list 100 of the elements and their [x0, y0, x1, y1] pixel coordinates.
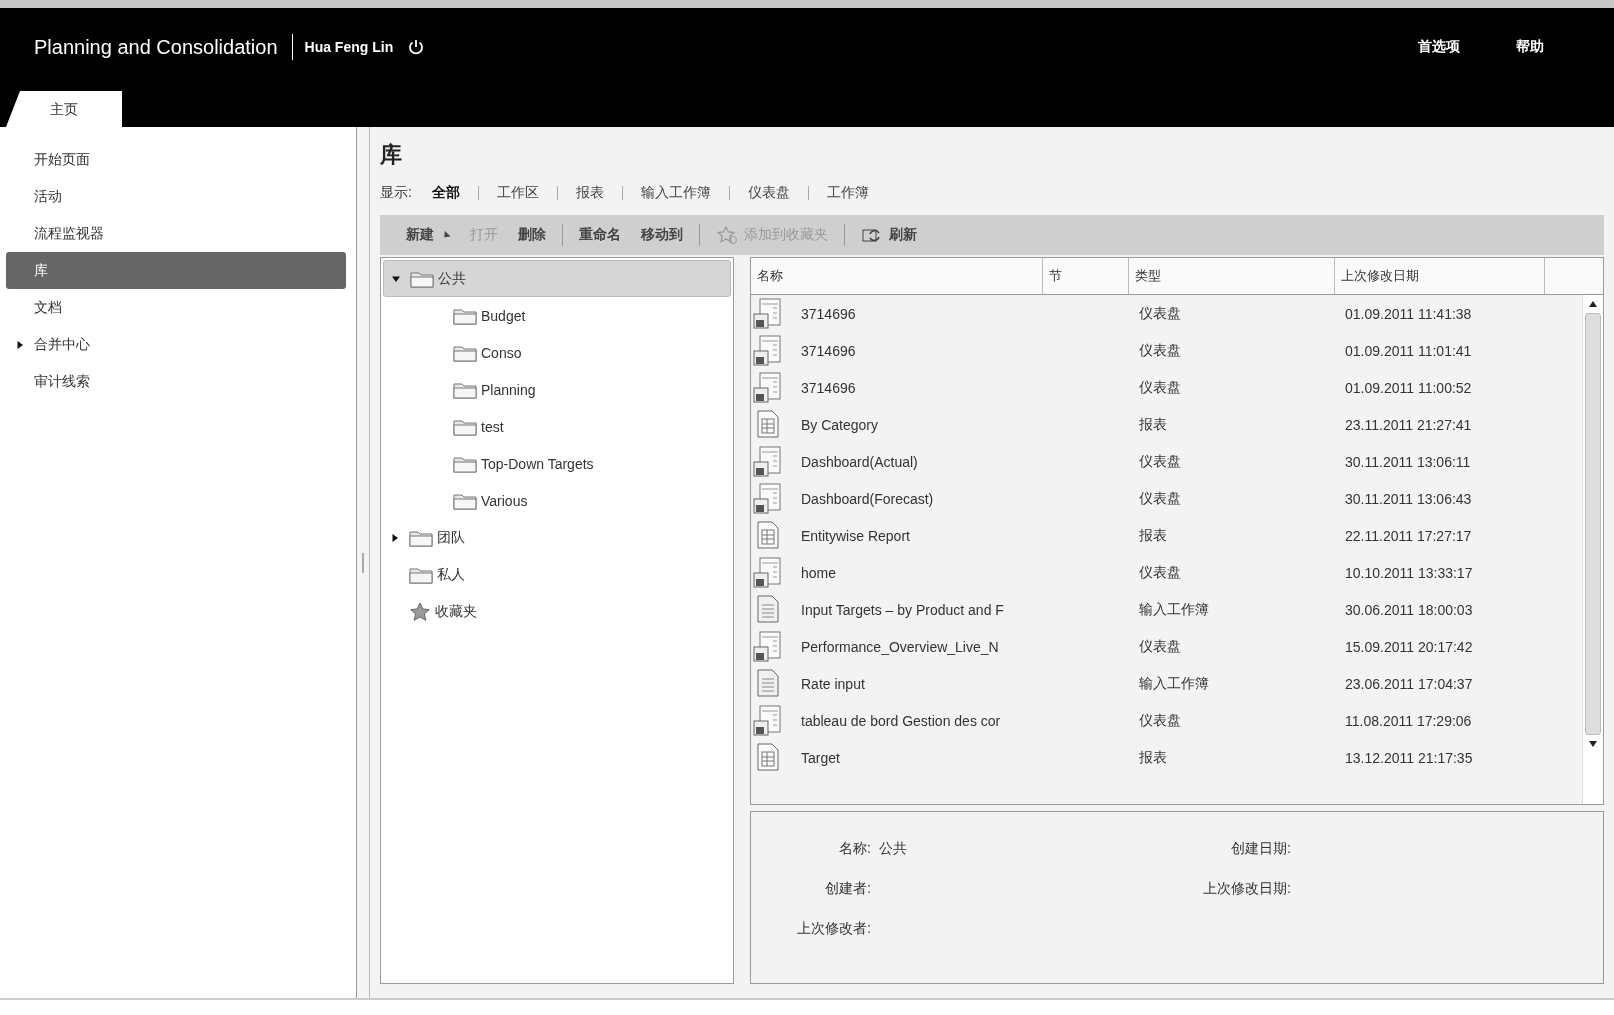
toolbar-button[interactable]: 刷新 — [853, 221, 925, 249]
filter-link[interactable]: 仪表盘 — [747, 184, 790, 202]
sidebar-item-label: 合并中心 — [34, 335, 90, 354]
field-label: 创建者: — [824, 880, 871, 898]
sidebar-item[interactable]: 开始页面 — [6, 141, 346, 178]
tree-node[interactable]: Budget — [383, 297, 731, 334]
field-label: 创建日期: — [1230, 840, 1291, 858]
table-cell-text: 仪表盘 — [1138, 451, 1182, 471]
table-cell: By Category — [801, 416, 879, 433]
star-icon — [716, 225, 738, 245]
filter-link[interactable]: 工作区 — [496, 184, 539, 202]
table-cell-text: 15.09.2011 20:17:42 — [1344, 637, 1474, 657]
table-cell: 3714696 — [801, 342, 856, 359]
filter-label: 显示: — [380, 184, 412, 202]
tree-node[interactable]: Various — [383, 482, 731, 519]
table-cell-text: 01.09.2011 11:00:52 — [1344, 378, 1473, 398]
table-cell: home — [801, 564, 837, 581]
table-cell-text: 30.11.2011 13:06:11 — [1344, 452, 1472, 472]
tree-node[interactable]: Conso — [383, 334, 731, 371]
dashboard-icon — [753, 704, 783, 737]
table-cell: 3714696 — [801, 379, 856, 396]
sidebar-item[interactable]: 活动 — [6, 178, 346, 215]
folder-icon — [453, 343, 477, 362]
toolbar-button[interactable]: 重命名 — [571, 222, 629, 248]
folder-icon — [453, 491, 477, 510]
table-cell-text: 仪表盘 — [1138, 562, 1182, 582]
tree-node[interactable]: test — [383, 408, 731, 445]
expand-arrow-icon[interactable] — [16, 340, 24, 349]
sidebar-item[interactable]: 库 — [6, 252, 346, 289]
table-cell-text: 仪表盘 — [1138, 340, 1182, 360]
sidebar-item[interactable]: 流程监视器 — [6, 215, 346, 252]
expand-arrow-icon[interactable] — [391, 533, 399, 542]
table-cell-text: 23.11.2011 21:27:41 — [1344, 415, 1473, 435]
power-icon[interactable] — [407, 38, 426, 56]
dashboard-icon — [753, 334, 783, 367]
table-cell-text: 13.12.2011 21:17:35 — [1344, 748, 1474, 768]
header-link[interactable]: 首选项 — [1418, 38, 1460, 56]
sidebar-item[interactable]: 文档 — [6, 289, 346, 326]
table-cell-text: 输入工作簿 — [1138, 599, 1210, 619]
tab[interactable]: 主页 — [6, 91, 122, 127]
sidebar-item[interactable]: 合并中心 — [6, 326, 346, 363]
field-label: 上次修改者: — [796, 920, 871, 938]
toolbar-button[interactable]: 移动到 — [633, 222, 691, 248]
field-label: 名称: — [838, 840, 871, 858]
table-cell-text: 报表 — [1138, 747, 1168, 767]
tree-node[interactable]: 收藏夹 — [383, 593, 731, 630]
tree-node-label: Budget — [481, 307, 526, 324]
table-cell-text: 01.09.2011 11:01:41 — [1344, 341, 1473, 361]
tree-node[interactable]: 公共 — [383, 260, 731, 297]
dashboard-icon — [753, 297, 783, 330]
field-value: 公共 — [879, 840, 907, 858]
column-header[interactable]: 上次修改日期 — [1335, 258, 1545, 294]
folder-icon — [453, 306, 477, 325]
column-header[interactable]: 节 — [1043, 258, 1129, 294]
tree-node[interactable]: 团队 — [383, 519, 731, 556]
star-icon — [409, 601, 431, 622]
tree-node-label: Various — [481, 492, 528, 509]
table-cell-text: 仪表盘 — [1138, 710, 1182, 730]
dashboard-icon — [753, 445, 783, 478]
toolbar-button[interactable]: 删除 — [510, 222, 554, 248]
column-header[interactable]: 名称 — [751, 258, 1043, 294]
table-cell-text: 30.06.2011 18:00:03 — [1344, 600, 1474, 620]
tree-node[interactable]: 私人 — [383, 556, 731, 593]
tree-node-label: 公共 — [438, 269, 466, 288]
dashboard-icon — [753, 556, 783, 589]
filter-link[interactable]: 全部 — [431, 184, 460, 202]
tree-node[interactable]: Top-Down Targets — [383, 445, 731, 482]
filter-link[interactable]: 工作簿 — [826, 184, 869, 202]
table-cell-text: 仪表盘 — [1138, 488, 1182, 508]
scrollbar[interactable] — [1582, 295, 1603, 804]
table-cell: Rate input — [801, 675, 865, 692]
header-link[interactable]: 帮助 — [1516, 38, 1544, 56]
folder-icon — [453, 380, 477, 399]
tree-node-label: 私人 — [437, 565, 465, 584]
table-cell-text: 报表 — [1138, 414, 1168, 434]
filter-link[interactable]: 报表 — [575, 184, 604, 202]
collapse-arrow-icon[interactable] — [392, 274, 400, 283]
tree-node-label: 收藏夹 — [435, 602, 477, 621]
folder-icon — [409, 528, 433, 547]
dashboard-icon — [753, 371, 783, 404]
folder-icon — [453, 454, 477, 473]
tree-node-label: Planning — [481, 381, 536, 398]
table-cell-text: 输入工作簿 — [1138, 673, 1210, 693]
sidebar-item[interactable]: 审计线索 — [6, 363, 346, 400]
folder-icon — [409, 565, 433, 584]
filter-link[interactable]: 输入工作簿 — [640, 184, 711, 202]
app-title: Planning and Consolidation — [34, 35, 278, 59]
table-cell: tableau de bord Gestion des cor — [801, 712, 1001, 729]
user-name: Hua Feng Lin — [304, 39, 394, 55]
tree-node-label: test — [481, 418, 504, 435]
table-cell: Entitywise Report — [801, 527, 910, 544]
dashboard-icon — [753, 630, 783, 663]
column-header[interactable]: 类型 — [1129, 258, 1335, 294]
toolbar-button[interactable]: 新建 — [398, 222, 458, 248]
tree-node[interactable]: Planning — [383, 371, 731, 408]
table-cell: Input Targets – by Product and F — [801, 601, 1004, 618]
dashboard-icon — [753, 482, 783, 515]
table-cell: Dashboard(Forecast) — [801, 490, 934, 507]
table-cell-text: 22.11.2011 17:27:17 — [1344, 526, 1473, 546]
tree-node-label: Top-Down Targets — [481, 455, 594, 472]
